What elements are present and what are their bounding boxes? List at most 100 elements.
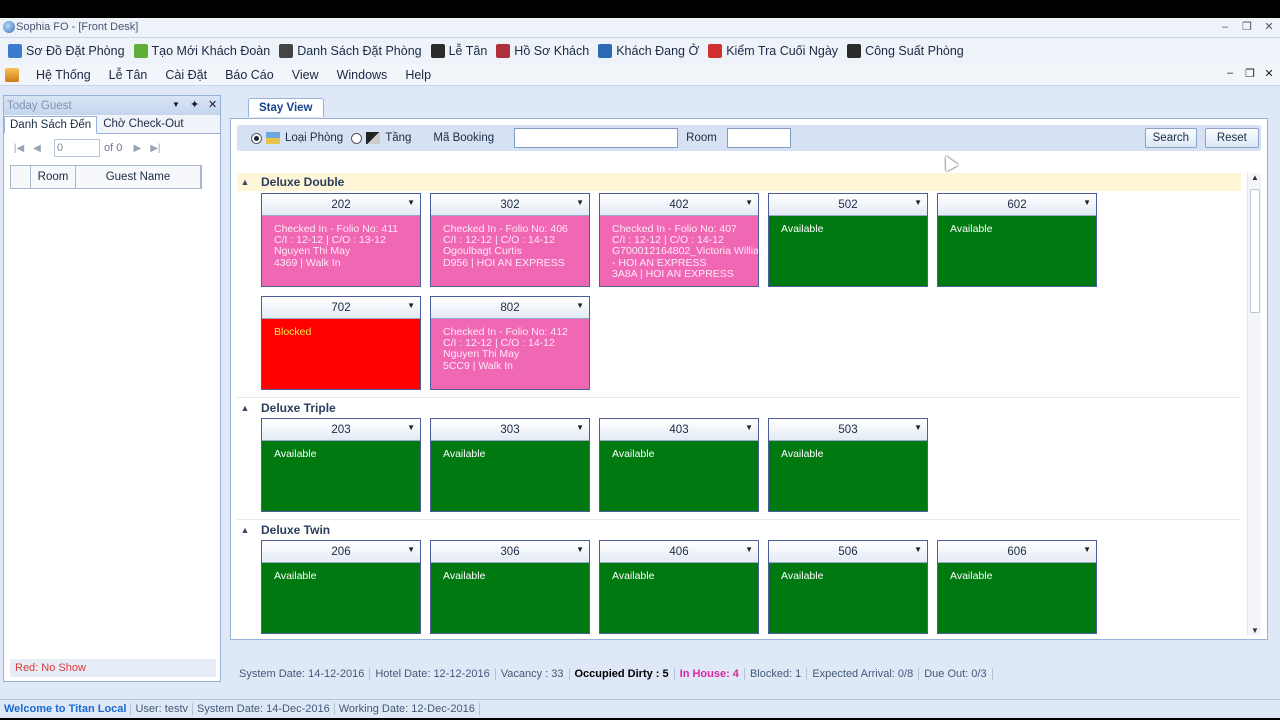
room-menu-dropdown-icon[interactable]: ▼ — [745, 423, 753, 432]
vertical-scrollbar[interactable]: ▲ ▼ — [1247, 173, 1261, 635]
mdi-close-button[interactable]: ✕ — [1261, 67, 1277, 80]
scroll-down-icon[interactable]: ▼ — [1248, 626, 1262, 635]
room-menu-dropdown-icon[interactable]: ▼ — [576, 198, 584, 207]
panel-close-icon[interactable]: ✕ — [208, 98, 217, 111]
scroll-up-icon[interactable]: ▲ — [1248, 173, 1262, 182]
room-card-header[interactable]: 206 ▼ — [262, 541, 420, 563]
room-card-header[interactable]: 306 ▼ — [431, 541, 589, 563]
room-menu-dropdown-icon[interactable]: ▼ — [407, 301, 415, 310]
minimize-button[interactable]: – — [1216, 19, 1234, 35]
room-card[interactable]: 702 ▼ Blocked — [261, 296, 421, 390]
toolbar-button-4[interactable]: Hồ Sơ Khách — [492, 40, 594, 62]
room-menu-dropdown-icon[interactable]: ▼ — [1083, 545, 1091, 554]
room-group-header[interactable]: ▲ Deluxe Double — [237, 173, 1241, 191]
room-menu-dropdown-icon[interactable]: ▼ — [745, 545, 753, 554]
tab-arrivals[interactable]: Danh Sách Đến — [4, 116, 98, 134]
toolbar-button-7[interactable]: Công Suất Phòng — [843, 40, 969, 62]
close-button[interactable]: ✕ — [1260, 19, 1278, 35]
room-card-header[interactable]: 402 ▼ — [600, 194, 758, 216]
menu-item-1[interactable]: Lễ Tân — [100, 68, 157, 82]
room-card[interactable]: 302 ▼ Checked In - Folio No: 406 C/I : 12-… — [430, 193, 590, 287]
room-card[interactable]: 606 ▼ Available — [937, 540, 1097, 634]
collapse-chevron-icon[interactable]: ▲ — [237, 403, 253, 413]
room-card-header[interactable]: 503 ▼ — [769, 419, 927, 441]
booking-code-input[interactable] — [514, 128, 679, 148]
reset-button[interactable]: Reset — [1204, 128, 1259, 148]
room-type-radio[interactable] — [251, 132, 262, 144]
room-card-header[interactable]: 202 ▼ — [262, 194, 420, 216]
collapse-chevron-icon[interactable]: ▲ — [237, 525, 253, 535]
first-page-icon[interactable]: |◀ — [10, 143, 28, 154]
room-card-header[interactable]: 702 ▼ — [262, 297, 420, 319]
room-card-header[interactable]: 506 ▼ — [769, 541, 927, 563]
room-menu-dropdown-icon[interactable]: ▼ — [407, 423, 415, 432]
room-card[interactable]: 403 ▼ Available — [599, 418, 759, 512]
room-input[interactable] — [726, 128, 791, 148]
mdi-restore-button[interactable]: ❐ — [1242, 67, 1258, 80]
room-card[interactable]: 502 ▼ Available — [768, 193, 928, 287]
tab-stay-view[interactable]: Stay View — [248, 98, 324, 117]
room-card[interactable]: 602 ▼ Available — [937, 193, 1097, 287]
menu-item-4[interactable]: View — [283, 68, 328, 82]
app-menu-icon[interactable] — [5, 67, 19, 82]
menu-item-0[interactable]: Hệ Thống — [27, 68, 100, 82]
search-button[interactable]: Search — [1144, 128, 1197, 148]
panel-dropdown-icon[interactable]: ▼ — [172, 100, 180, 109]
room-card[interactable]: 503 ▼ Available — [768, 418, 928, 512]
menu-item-3[interactable]: Báo Cáo — [216, 68, 283, 82]
room-card-header[interactable]: 802 ▼ — [431, 297, 589, 319]
menu-item-6[interactable]: Help — [396, 68, 440, 82]
column-guest-name[interactable]: Guest Name — [76, 166, 201, 188]
list-icon — [279, 44, 294, 58]
room-card[interactable]: 506 ▼ Available — [768, 540, 928, 634]
room-menu-dropdown-icon[interactable]: ▼ — [576, 301, 584, 310]
room-menu-dropdown-icon[interactable]: ▼ — [407, 545, 415, 554]
room-card[interactable]: 203 ▼ Available — [261, 418, 421, 512]
room-menu-dropdown-icon[interactable]: ▼ — [914, 423, 922, 432]
room-card[interactable]: 802 ▼ Checked In - Folio No: 412 C/I : 12-… — [430, 296, 590, 390]
scroll-thumb[interactable] — [1250, 189, 1260, 313]
room-card[interactable]: 402 ▼ Checked In - Folio No: 407 C/I : 12-… — [599, 193, 759, 287]
room-menu-dropdown-icon[interactable]: ▼ — [914, 198, 922, 207]
room-card-header[interactable]: 502 ▼ — [769, 194, 927, 216]
room-card-header[interactable]: 602 ▼ — [938, 194, 1096, 216]
room-card[interactable]: 206 ▼ Available — [261, 540, 421, 634]
mdi-minimize-button[interactable]: – — [1222, 67, 1238, 79]
pin-icon[interactable]: ✦ — [190, 98, 199, 111]
toolbar-button-1[interactable]: Tạo Mới Khách Đoàn — [130, 40, 276, 62]
room-card[interactable]: 406 ▼ Available — [599, 540, 759, 634]
room-menu-dropdown-icon[interactable]: ▼ — [576, 545, 584, 554]
floor-radio[interactable] — [351, 132, 363, 144]
toolbar-button-3[interactable]: Lễ Tân — [427, 40, 493, 62]
prev-page-icon[interactable]: ◀ — [28, 143, 46, 154]
room-menu-dropdown-icon[interactable]: ▼ — [914, 545, 922, 554]
toolbar-button-2[interactable]: Danh Sách Đặt Phòng — [275, 40, 426, 62]
room-card[interactable]: 306 ▼ Available — [430, 540, 590, 634]
toolbar-button-5[interactable]: Khách Đang Ở — [594, 40, 704, 62]
last-page-icon[interactable]: ▶| — [146, 143, 164, 154]
room-card-header[interactable]: 303 ▼ — [431, 419, 589, 441]
tab-checkout[interactable]: Chờ Check-Out — [97, 115, 189, 133]
room-card-header[interactable]: 203 ▼ — [262, 419, 420, 441]
next-page-icon[interactable]: ▶ — [128, 143, 146, 154]
collapse-chevron-icon[interactable]: ▲ — [237, 177, 253, 187]
menu-item-2[interactable]: Cài Đặt — [156, 68, 216, 82]
room-card-header[interactable]: 403 ▼ — [600, 419, 758, 441]
maximize-button[interactable]: ❐ — [1238, 19, 1256, 35]
room-card[interactable]: 202 ▼ Checked In - Folio No: 411 C/I : 12-… — [261, 193, 421, 287]
room-card-header[interactable]: 302 ▼ — [431, 194, 589, 216]
room-menu-dropdown-icon[interactable]: ▼ — [576, 423, 584, 432]
room-menu-dropdown-icon[interactable]: ▼ — [407, 198, 415, 207]
room-menu-dropdown-icon[interactable]: ▼ — [1083, 198, 1091, 207]
room-card[interactable]: 303 ▼ Available — [430, 418, 590, 512]
room-card-header[interactable]: 406 ▼ — [600, 541, 758, 563]
toolbar-button-6[interactable]: Kiểm Tra Cuối Ngày — [704, 40, 843, 62]
room-card-header[interactable]: 606 ▼ — [938, 541, 1096, 563]
room-menu-dropdown-icon[interactable]: ▼ — [745, 198, 753, 207]
page-input[interactable] — [54, 139, 100, 157]
menu-item-5[interactable]: Windows — [328, 68, 397, 82]
column-room[interactable]: Room — [31, 166, 76, 188]
toolbar-button-0[interactable]: Sơ Đồ Đặt Phòng — [4, 40, 130, 62]
room-group-header[interactable]: ▲ Deluxe Triple — [237, 399, 1241, 417]
room-group-header[interactable]: ▲ Deluxe Twin — [237, 521, 1241, 539]
